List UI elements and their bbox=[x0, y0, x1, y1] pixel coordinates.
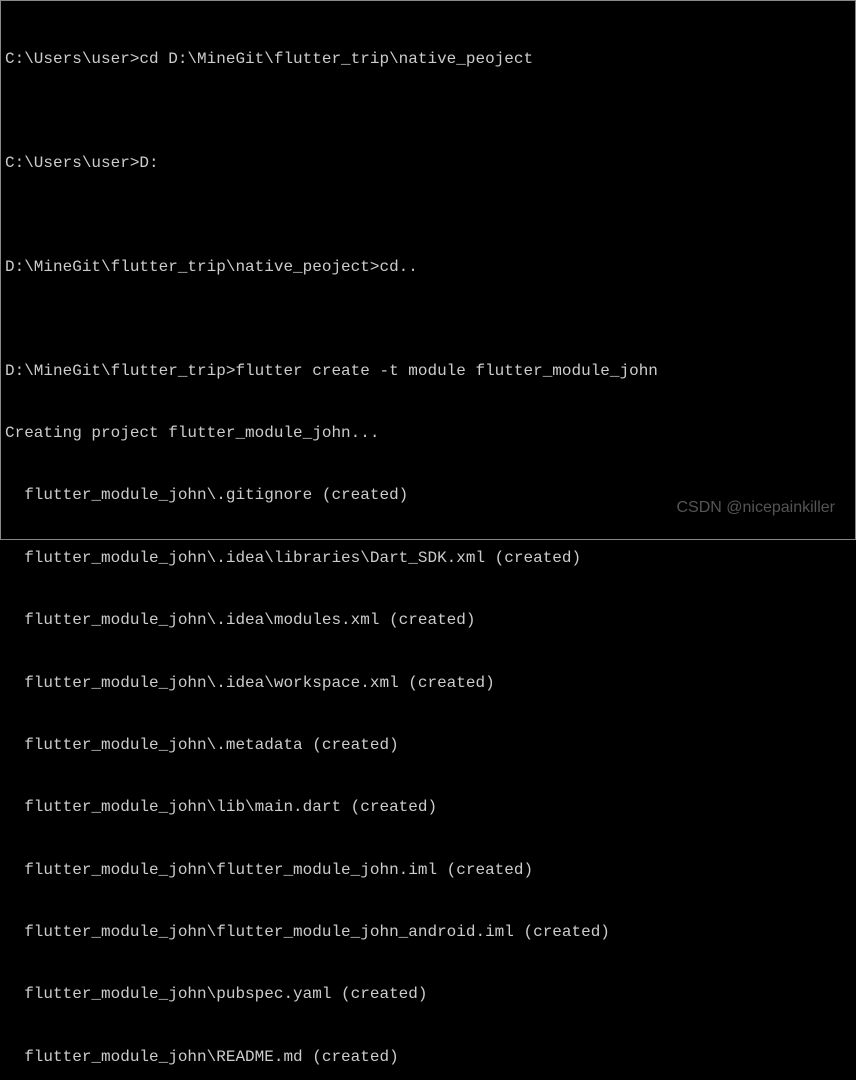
terminal-line: C:\Users\user>D: bbox=[5, 153, 851, 174]
terminal-line: C:\Users\user>cd D:\MineGit\flutter_trip… bbox=[5, 49, 851, 70]
terminal-line: D:\MineGit\flutter_trip\native_peoject>c… bbox=[5, 257, 851, 278]
terminal-line: flutter_module_john\.idea\workspace.xml … bbox=[5, 673, 851, 694]
terminal-output: C:\Users\user>cd D:\MineGit\flutter_trip… bbox=[5, 7, 851, 1080]
terminal-line: flutter_module_john\flutter_module_john.… bbox=[5, 860, 851, 881]
watermark-text: CSDN @nicepainkiller bbox=[676, 498, 835, 519]
terminal-line: flutter_module_john\lib\main.dart (creat… bbox=[5, 797, 851, 818]
terminal-line: flutter_module_john\.metadata (created) bbox=[5, 735, 851, 756]
terminal-line: flutter_module_john\README.md (created) bbox=[5, 1047, 851, 1068]
terminal-line: flutter_module_john\flutter_module_john_… bbox=[5, 922, 851, 943]
terminal-line: flutter_module_john\.idea\libraries\Dart… bbox=[5, 548, 851, 569]
terminal-line: flutter_module_john\.idea\modules.xml (c… bbox=[5, 610, 851, 631]
terminal-line: D:\MineGit\flutter_trip>flutter create -… bbox=[5, 361, 851, 382]
terminal-line: flutter_module_john\pubspec.yaml (create… bbox=[5, 984, 851, 1005]
terminal-line: Creating project flutter_module_john... bbox=[5, 423, 851, 444]
